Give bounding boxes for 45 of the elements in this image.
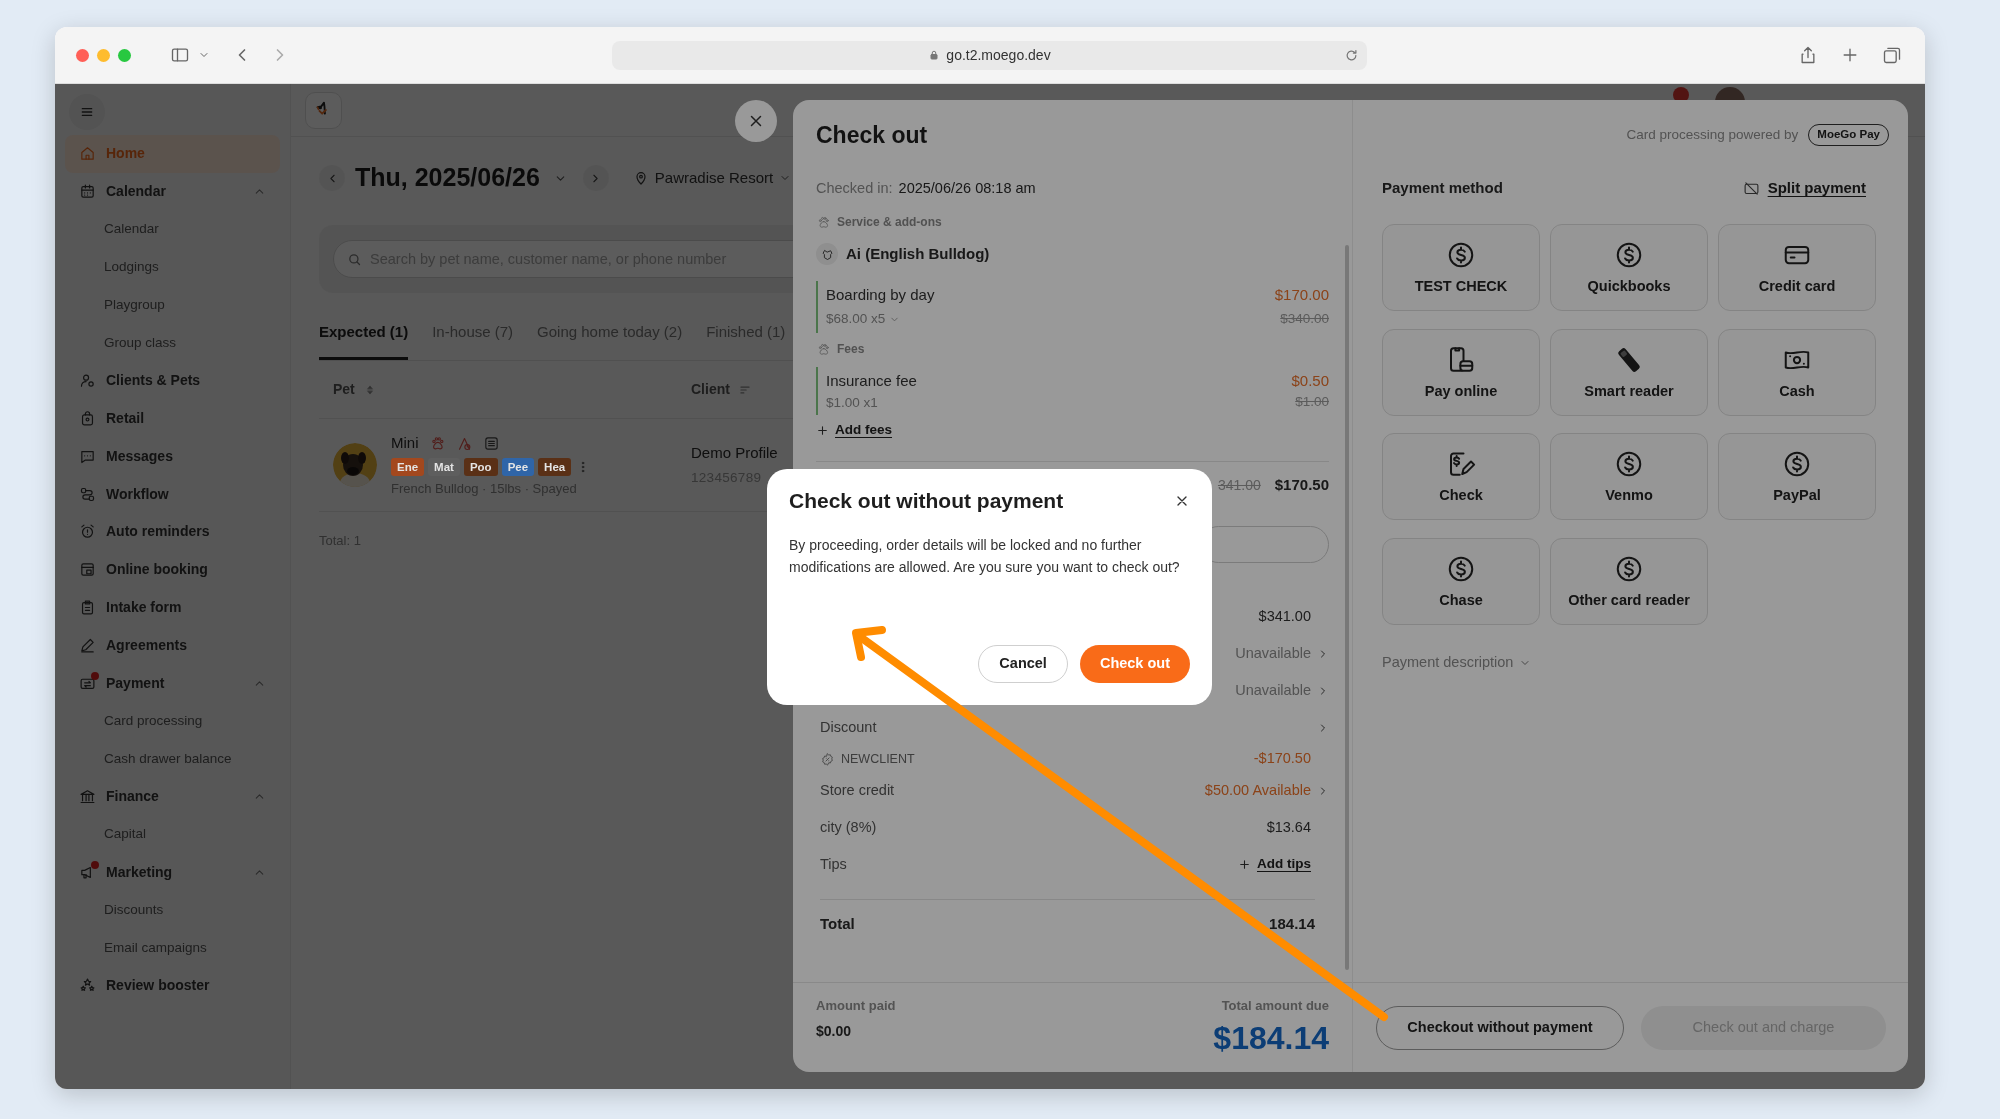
item-detail: $68.00 x5 [826, 310, 886, 328]
pet-tag: Mat [428, 457, 460, 476]
item-name: Boarding by day [826, 285, 935, 305]
url-text: go.t2.moego.dev [946, 45, 1051, 65]
column-header: Client [691, 380, 730, 399]
pet-tag: Pee [501, 457, 535, 476]
dialog-title: Check out without payment [789, 488, 1064, 514]
total-amount: 184.14 [1269, 913, 1315, 934]
column-header: Pet [333, 380, 355, 399]
dialog-message: By proceeding, order details will be locked and no further modifications are allowed. Are you sure you want to check out? [789, 536, 1181, 577]
summary-value: -$170.50 [1253, 749, 1311, 769]
amount-paid-label: Amount paid [816, 997, 896, 1015]
section-title: Service & add-ons [837, 214, 942, 231]
summary-value: $341.00 [1258, 606, 1311, 626]
item-price: $170.00 [1274, 285, 1329, 305]
summary-label: Store credit [820, 780, 895, 800]
summary-value: Unavailable [1235, 643, 1311, 663]
summary-value: $13.64 [1266, 817, 1311, 837]
total-label: Total [820, 913, 855, 934]
section-title: Payment method [1382, 177, 1503, 198]
item-price: $0.50 [1291, 371, 1329, 391]
item-detail: $1.00 x1 [826, 394, 878, 412]
checked-in-label: Checked in: [816, 179, 893, 199]
pet-tag: Hea [538, 457, 572, 476]
summary-label: Tips [820, 854, 847, 874]
amount-paid: $0.00 [816, 1022, 853, 1041]
powered-by-text: Card processing powered by [1626, 125, 1799, 144]
amount-due: $184.14 [1213, 1019, 1329, 1058]
pet-tag: Poo [463, 457, 498, 476]
original-price: $340.00 [1280, 310, 1329, 328]
amount-due-label: Total amount due [1221, 997, 1329, 1015]
item-name: Insurance fee [826, 371, 917, 391]
summary-value: Unavailable [1235, 680, 1311, 700]
original-price: $1.00 [1295, 393, 1329, 411]
checked-in-time: 2025/06/26 08:18 am [898, 179, 1036, 199]
drawer-title: Check out [816, 121, 929, 150]
summary-label: Discount [820, 717, 877, 737]
pet-name: Ai (English Bulldog) [846, 243, 990, 264]
pet-tag: Ene [391, 457, 425, 476]
summary-value: $50.00 Available [1204, 780, 1311, 800]
summary-label: city (8%) [820, 817, 877, 837]
original-subtotal: 341.00 [1217, 475, 1261, 495]
subtotal-amount: $170.50 [1274, 474, 1329, 495]
section-title: Fees [837, 341, 865, 358]
discount-code: NEWCLIENT [841, 750, 915, 768]
